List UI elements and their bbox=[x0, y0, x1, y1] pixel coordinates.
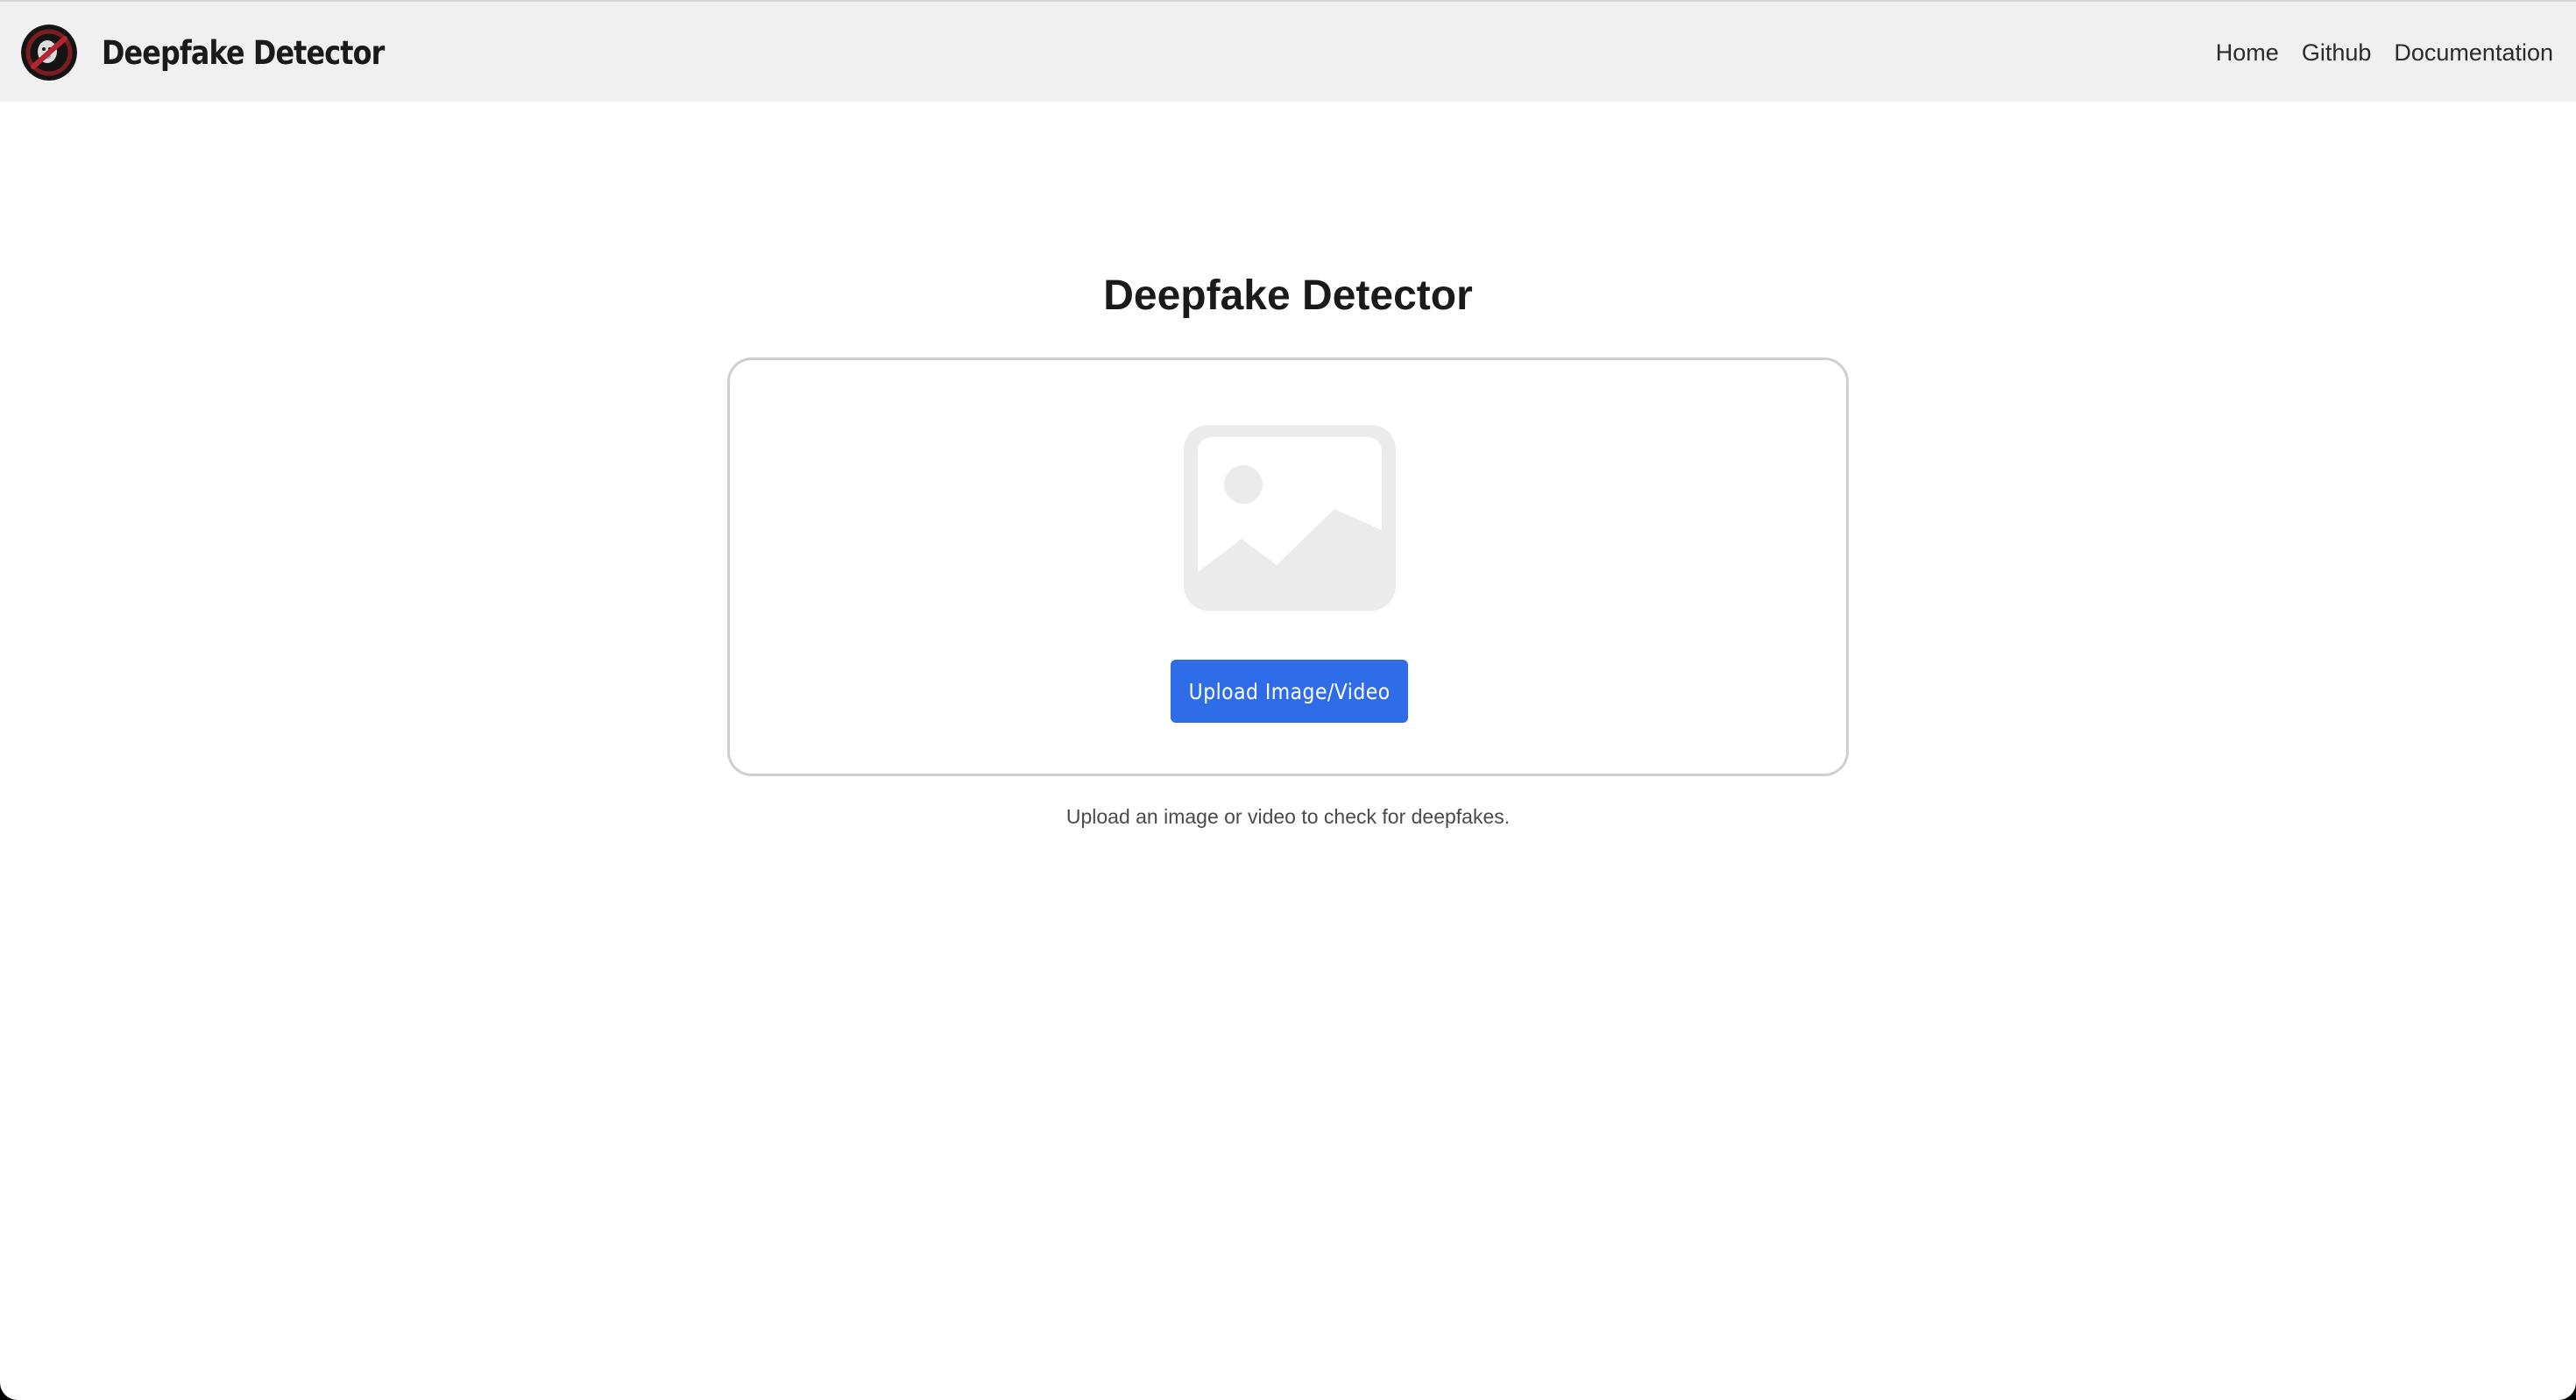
upload-button-label: Upload Image/Video bbox=[1188, 678, 1391, 704]
helper-text: Upload an image or video to check for de… bbox=[1065, 805, 1511, 828]
navbar: Deepfake Detector Home Github Documentat… bbox=[0, 0, 2576, 102]
ghostbusters-logo-icon bbox=[21, 25, 77, 81]
page-title: Deepfake Detector bbox=[1103, 272, 1473, 319]
nav-link-github[interactable]: Github bbox=[2302, 39, 2372, 67]
brand-link[interactable]: Deepfake Detector bbox=[21, 25, 430, 81]
brand-title: Deepfake Detector bbox=[102, 33, 385, 72]
nav-link-home[interactable]: Home bbox=[2216, 39, 2279, 67]
image-placeholder-icon bbox=[1184, 425, 1396, 611]
nav-links: Home Github Documentation bbox=[2193, 2, 2553, 103]
upload-button[interactable]: Upload Image/Video bbox=[1171, 660, 1408, 723]
browser-viewport: Deepfake Detector Home Github Documentat… bbox=[0, 0, 2576, 1400]
upload-card: Upload Image/Video bbox=[727, 357, 1849, 776]
nav-link-documentation[interactable]: Documentation bbox=[2394, 39, 2553, 67]
